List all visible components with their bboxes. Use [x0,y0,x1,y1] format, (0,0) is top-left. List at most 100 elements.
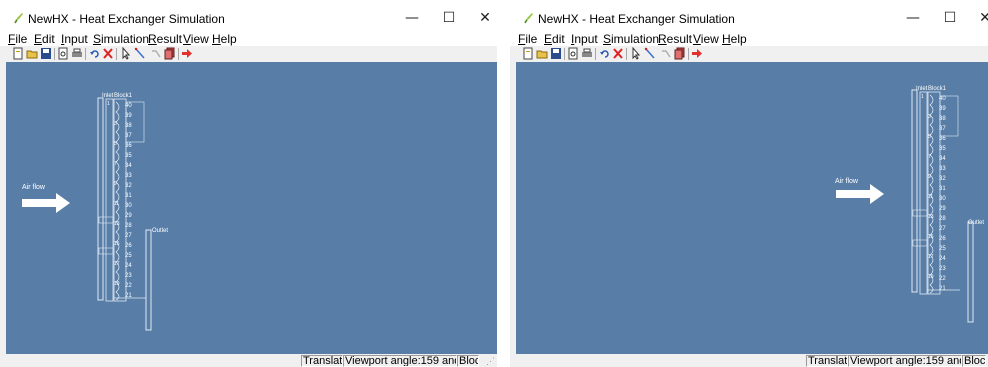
app-window-right: NewHX - Heat Exchanger Simulation — ☐ ✕ … [510,0,988,367]
delete-icon[interactable] [102,47,114,60]
open-folder-icon[interactable] [536,47,548,60]
draw-line-icon[interactable] [644,47,656,60]
outlet-label: Outlet [152,228,168,234]
tube-label: 23 [939,266,946,272]
tube-label: 26 [125,243,132,249]
inlet-header [97,97,104,301]
window-title: NewHX - Heat Exchanger Simulation [28,12,225,26]
tube-label: 38 [939,116,946,122]
title-bar[interactable]: NewHX - Heat Exchanger Simulation — ☐ ✕ [510,0,988,32]
print-preview-icon[interactable] [57,47,69,60]
block-label: Block1 [114,93,133,99]
minimize-button[interactable]: — [399,7,425,29]
status-viewport: Viewport angle:159 and heig [848,355,962,367]
draw-line-icon[interactable] [134,47,146,60]
undo-icon[interactable] [89,47,101,60]
print-icon[interactable] [71,47,83,60]
outlet-label: Outlet [968,220,984,226]
tube-label: 22 [125,283,132,289]
row-label: 19 [114,281,120,287]
tube-label: 31 [939,186,946,192]
row-label: 19 [928,274,934,280]
menu-result[interactable]: Result [657,32,693,46]
toolbar-separator [626,48,627,60]
maximize-button[interactable]: ☐ [436,7,462,29]
menu-input[interactable]: Input [570,32,599,46]
tube-label: 29 [125,213,132,219]
air-flow-arrow [22,193,70,213]
air-flow-arrow [836,184,884,204]
menu-edit[interactable]: Edit [33,32,56,46]
heat-exchanger-block[interactable]: 40 39 38 37 36 35 34 33 32 31 30 29 28 2… [912,91,960,295]
stack-icon[interactable] [674,47,686,60]
menu-result[interactable]: Result [147,32,183,46]
menu-file[interactable]: File [517,32,538,46]
select-pointer-icon[interactable] [630,47,642,60]
app-logo-icon [524,13,533,24]
toolbar-separator [116,48,117,60]
row-label: 5 [114,141,117,147]
tube-label: 39 [939,106,946,112]
outlet-header [145,229,152,331]
tube-label: 36 [125,143,132,149]
status-mode: Translate [301,355,343,367]
open-folder-icon[interactable] [26,47,38,60]
tube-label: 25 [125,253,132,259]
menu-input[interactable]: Input [60,32,89,46]
title-bar[interactable]: NewHX - Heat Exchanger Simulation — ☐ ✕ [0,0,497,32]
tube-label: 22 [939,276,946,282]
select-pointer-icon[interactable] [120,47,132,60]
menu-view[interactable]: View [182,32,210,46]
tube-label: 21 [939,286,946,292]
heat-exchanger-block[interactable]: 40 39 38 37 36 35 34 33 32 31 30 29 28 2… [98,98,146,302]
inlet-label: Inlet [916,86,928,92]
tube-label: 34 [939,156,946,162]
run-arrow-icon[interactable] [691,47,703,60]
print-icon[interactable] [581,47,593,60]
status-block: Block [962,355,986,367]
tube-label: 36 [939,136,946,142]
app-window-left: NewHX - Heat Exchanger Simulation — ☐ ✕ … [0,0,497,367]
disabled-tool-icon[interactable] [660,47,672,60]
close-button[interactable]: ✕ [972,7,988,29]
simulation-canvas[interactable]: Air flow Inlet Block1 40 39 38 37 36 35 … [6,62,497,354]
menu-file[interactable]: File [7,32,28,46]
undo-icon[interactable] [599,47,611,60]
tube-label: 31 [125,193,132,199]
row-label: 1 [921,94,924,100]
run-arrow-icon[interactable] [181,47,193,60]
menu-simulation[interactable]: Simulation [602,32,660,46]
air-flow-label: Air flow [835,178,859,185]
toolbar [0,46,497,62]
save-icon[interactable] [40,47,52,60]
maximize-button[interactable]: ☐ [937,7,963,29]
close-button[interactable]: ✕ [472,7,497,29]
disabled-tool-icon[interactable] [150,47,162,60]
new-file-icon[interactable] [12,47,24,60]
row-label: 17 [114,261,120,267]
tube-label: 37 [939,126,946,132]
delete-icon[interactable] [612,47,624,60]
tube-label: 24 [125,263,132,269]
tube-label: 23 [125,273,132,279]
status-block: Block [457,355,479,367]
menu-edit[interactable]: Edit [543,32,566,46]
tube-label: 27 [939,226,946,232]
stack-icon[interactable] [164,47,176,60]
menu-help[interactable]: Help [211,32,238,46]
print-preview-icon[interactable] [567,47,579,60]
new-file-icon[interactable] [522,47,534,60]
menu-simulation[interactable]: Simulation [92,32,150,46]
row-label: 1 [107,101,110,107]
menu-view[interactable]: View [692,32,720,46]
resize-grip-icon[interactable]: ⋰ [486,357,495,366]
minimize-button[interactable]: — [900,7,926,29]
simulation-canvas[interactable]: Air flow Inlet Block1 40 39 38 37 36 35 … [516,62,988,354]
save-icon[interactable] [550,47,562,60]
tube-label: 30 [125,203,132,209]
tube-label: 37 [125,133,132,139]
tube-label: 34 [125,163,132,169]
tube-label: 32 [939,176,946,182]
tube-label: 21 [125,293,132,299]
menu-help[interactable]: Help [721,32,748,46]
